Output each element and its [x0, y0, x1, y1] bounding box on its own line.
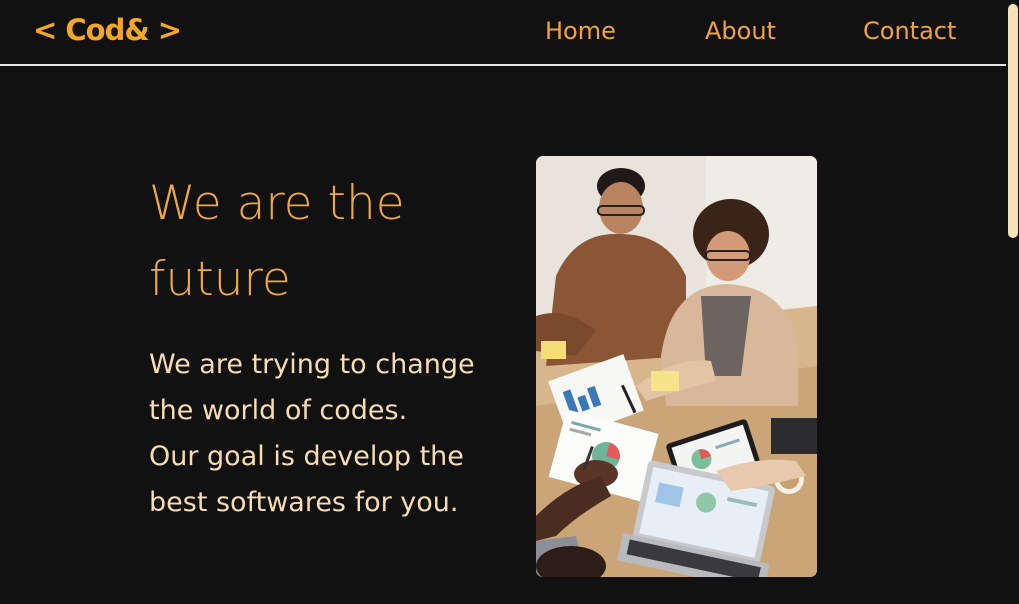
nav-link-contact[interactable]: Contact	[863, 17, 956, 45]
nav-link-home[interactable]: Home	[545, 17, 616, 45]
navbar: < Cod& > Home About Contact	[0, 0, 1006, 66]
hero-description-line: We are trying to change	[149, 349, 475, 380]
hero-image	[536, 156, 817, 577]
scrollbar-thumb[interactable]	[1008, 4, 1018, 238]
logo[interactable]: < Cod& >	[33, 13, 182, 47]
hero-description-line: Our goal is develop the	[149, 441, 464, 472]
hero-description: We are trying to change the world of cod…	[149, 342, 524, 526]
hero-title: We are the future	[149, 176, 405, 307]
nav-link-about[interactable]: About	[705, 17, 776, 45]
hero-description-line: best softwares for you.	[149, 487, 459, 518]
hero-description-line: the world of codes.	[149, 395, 408, 426]
